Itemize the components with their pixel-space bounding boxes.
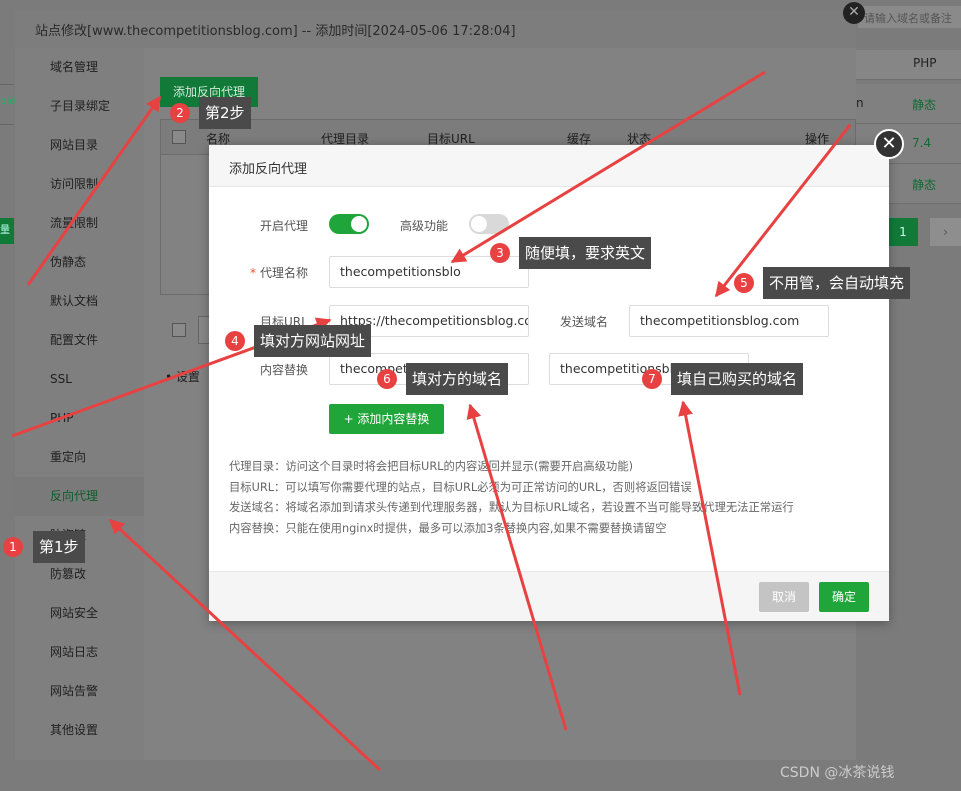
nav-item-other-settings[interactable]: 其他设置: [15, 711, 144, 750]
step-number-badge: 3: [490, 243, 510, 263]
toggle-knob: [351, 216, 367, 232]
page-next-button[interactable]: ›: [930, 218, 961, 246]
step-callout: 不用管，会自动填充: [763, 267, 911, 299]
nav-item-site-alert[interactable]: 网站告警: [15, 672, 144, 711]
pagination: 1 ›: [888, 218, 961, 248]
step-callout: 填对方的域名: [406, 363, 509, 395]
close-icon[interactable]: ✕: [843, 2, 865, 24]
nav-item-config-file[interactable]: 配置文件: [15, 321, 144, 360]
send-domain-input[interactable]: thecompetitionsblog.com: [629, 305, 829, 337]
site-window-title: 站点修改[www.thecompetitionsblog.com] -- 添加时…: [15, 10, 856, 48]
dialog-title: 添加反向代理: [209, 145, 889, 187]
watermark: CSDN @冰茶说钱: [780, 765, 895, 781]
note-target-url: 目标URL：可以填写你需要代理的站点，目标URL必须为可正常访问的URL，否则将…: [229, 480, 692, 494]
advanced-label: 高级功能: [400, 219, 449, 233]
enable-proxy-label: 开启代理: [260, 219, 309, 233]
step-number-badge: 1: [3, 537, 23, 557]
close-icon[interactable]: ✕: [874, 129, 904, 159]
step-callout: 随便填，要求英文: [519, 237, 652, 269]
php-value[interactable]: 静态: [912, 176, 936, 193]
nav-item-default-doc[interactable]: 默认文档: [15, 282, 144, 321]
nav-item-site-log[interactable]: 网站日志: [15, 633, 144, 672]
search-input[interactable]: 请输入域名或备注: [858, 6, 961, 28]
step-callout: 第2步: [199, 97, 251, 129]
nav-item-subdir[interactable]: 子目录绑定: [15, 87, 144, 126]
send-domain-label: 发送域名: [560, 315, 609, 329]
php-value[interactable]: 7.4: [912, 136, 931, 150]
nav-item-php[interactable]: PHP: [15, 399, 144, 438]
nav-item-site-security[interactable]: 网站安全: [15, 594, 144, 633]
divider: [0, 124, 14, 125]
select-all-checkbox[interactable]: [172, 130, 186, 144]
php-header-label: PHP: [913, 56, 937, 70]
advanced-toggle[interactable]: [469, 214, 509, 234]
nav-item-domain[interactable]: 域名管理: [15, 48, 144, 87]
toggle-knob: [471, 216, 487, 232]
nav-item-access-limit[interactable]: 访问限制: [15, 165, 144, 204]
step-number-badge: 5: [734, 273, 754, 293]
step-number-badge: 7: [642, 369, 662, 389]
help-notes: 代理目录：访问这个目录时将会把目标URL的内容返回并显示(需要开启高级功能) 目…: [229, 458, 869, 540]
table-row: n 静态: [856, 84, 961, 124]
php-value[interactable]: 静态: [912, 96, 936, 113]
left-edge-button[interactable]: 量: [0, 218, 14, 244]
note-content-replace: 内容替换：只能在使用nginx时提供，最多可以添加3条替换内容,如果不需要替换请…: [229, 521, 667, 535]
step-number-badge: 6: [377, 369, 397, 389]
nav-item-redirect[interactable]: 重定向: [15, 438, 144, 477]
note-send-domain: 发送域名：将域名添加到请求头传递到代理服务器，默认为目标URL域名，若设置不当可…: [229, 501, 794, 514]
row-checkbox[interactable]: [172, 323, 186, 337]
cancel-button[interactable]: 取消: [759, 582, 809, 612]
note-proxy-dir: 代理目录：访问这个目录时将会把目标URL的内容返回并显示(需要开启高级功能): [229, 460, 634, 473]
step-callout: 填自己购买的域名: [671, 363, 804, 395]
step-callout: 填对方网站网址: [254, 325, 372, 357]
divider: [0, 84, 14, 85]
nav-item-traffic-limit[interactable]: 流量限制: [15, 204, 144, 243]
nav-item-reverse-proxy[interactable]: 反向代理: [15, 477, 144, 516]
page-current[interactable]: 1: [888, 218, 918, 246]
left-edge-text: blo: [0, 96, 16, 107]
php-column-header: PHP: [856, 50, 961, 80]
step-number-badge: 4: [225, 331, 245, 351]
required-mark: *: [250, 266, 256, 280]
add-content-replace-button[interactable]: + 添加内容替换: [329, 404, 444, 434]
proxy-name-label: * 代理名称: [250, 264, 308, 281]
nav-item-rewrite[interactable]: 伪静态: [15, 243, 144, 282]
proxy-name-label-text: 代理名称: [260, 266, 309, 280]
enable-proxy-toggle[interactable]: [329, 214, 369, 234]
confirm-button[interactable]: 确定: [819, 582, 869, 612]
nav-item-ssl[interactable]: SSL: [15, 360, 144, 399]
content-replace-label: 内容替换: [260, 363, 309, 377]
site-settings-nav: 域名管理 子目录绑定 网站目录 访问限制 流量限制 伪静态 默认文档 配置文件 …: [15, 48, 144, 760]
nav-item-site-dir[interactable]: 网站目录: [15, 126, 144, 165]
step-number-badge: 2: [170, 103, 190, 123]
settings-note: • 设置: [165, 370, 200, 384]
row-prefix: n: [856, 96, 864, 110]
step-callout: 第1步: [33, 531, 85, 563]
